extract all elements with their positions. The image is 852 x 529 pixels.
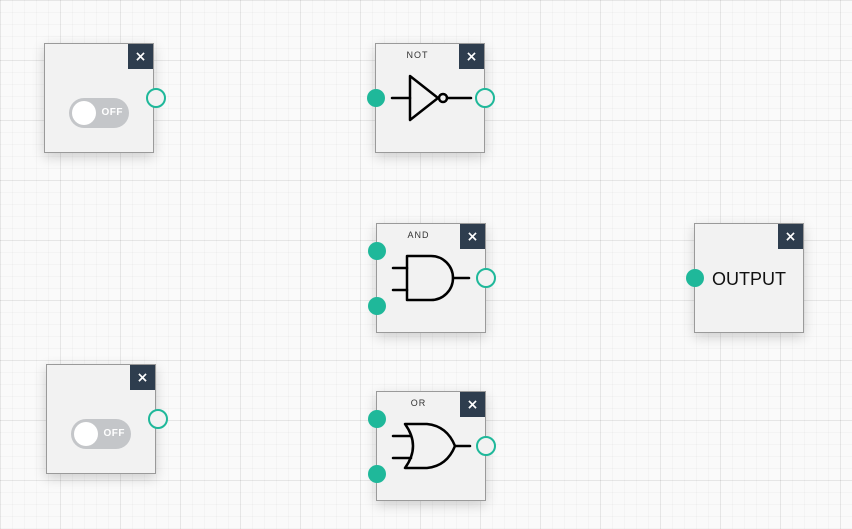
output-port[interactable] — [475, 88, 495, 108]
close-icon[interactable]: × — [130, 365, 155, 390]
input-switch-node-1[interactable]: × OFF — [44, 43, 166, 153]
output-node[interactable]: × OUTPUT — [686, 223, 804, 333]
input-port[interactable] — [368, 297, 386, 315]
input-port[interactable] — [686, 269, 704, 287]
or-gate-icon — [391, 422, 472, 470]
and-gate-icon — [391, 254, 471, 302]
input-switch-node-2[interactable]: × OFF — [46, 364, 168, 474]
output-port[interactable] — [148, 409, 168, 429]
input-port[interactable] — [368, 410, 386, 428]
toggle-state-label: OFF — [103, 428, 125, 439]
close-icon[interactable]: × — [778, 224, 803, 249]
output-port[interactable] — [476, 268, 496, 288]
input-port[interactable] — [368, 242, 386, 260]
toggle-switch[interactable]: OFF — [69, 98, 129, 128]
output-port[interactable] — [476, 436, 496, 456]
input-port[interactable] — [367, 89, 385, 107]
toggle-knob[interactable] — [74, 422, 98, 446]
output-label: OUTPUT — [712, 269, 786, 289]
output-port[interactable] — [146, 88, 166, 108]
toggle-switch[interactable]: OFF — [71, 419, 131, 449]
circuit-canvas[interactable]: × OFF × OFF NOT × AND × OR × × OUTPUT — [0, 0, 852, 529]
not-gate-icon — [390, 74, 473, 122]
toggle-state-label: OFF — [101, 107, 123, 118]
not-gate-node[interactable]: NOT × — [367, 43, 495, 153]
close-icon[interactable]: × — [128, 44, 153, 69]
and-gate-node[interactable]: AND × — [368, 223, 496, 333]
input-port[interactable] — [368, 465, 386, 483]
or-gate-node[interactable]: OR × — [368, 391, 496, 501]
toggle-knob[interactable] — [72, 101, 96, 125]
